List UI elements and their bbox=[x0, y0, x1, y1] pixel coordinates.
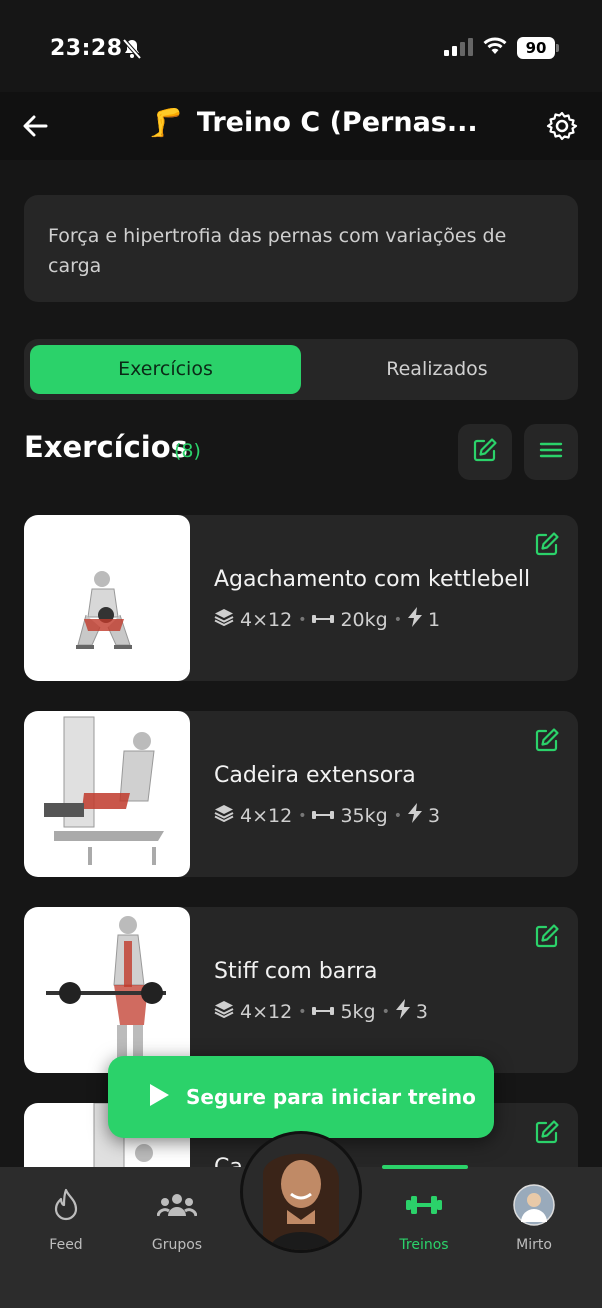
separator-dot: • bbox=[298, 807, 307, 824]
exercise-meta: 4×12 • 35kg • 3 bbox=[214, 803, 440, 828]
exercise-count: (8) bbox=[174, 440, 201, 462]
page-title: Treino C (Pernas... bbox=[196, 107, 478, 138]
nav-item-profile[interactable]: Mirto bbox=[484, 1184, 584, 1253]
top-app-bar: 🦵 Treino C (Pernas... bbox=[0, 92, 602, 160]
status-bar: 23:28 90 bbox=[0, 0, 602, 92]
separator-dot: • bbox=[298, 611, 307, 628]
separator-dot: • bbox=[393, 611, 402, 628]
start-workout-label: Segure para iniciar treino bbox=[186, 1085, 476, 1109]
workout-description: Força e hipertrofia das pernas com varia… bbox=[24, 195, 578, 302]
back-arrow-icon[interactable] bbox=[18, 108, 54, 144]
exercise-name: Stiff com barra bbox=[214, 959, 378, 984]
bell-muted-icon bbox=[122, 38, 142, 64]
group-icon bbox=[127, 1185, 227, 1225]
nav-item-grupos[interactable]: Grupos bbox=[127, 1185, 227, 1253]
nav-label: Mirto bbox=[516, 1237, 552, 1253]
nav-item-treinos[interactable]: Treinos bbox=[374, 1185, 474, 1253]
edit-icon bbox=[472, 437, 498, 467]
edit-list-button[interactable] bbox=[458, 424, 512, 480]
exercise-thumbnail bbox=[24, 907, 190, 1073]
exercise-name: Cadeira extensora bbox=[214, 763, 416, 788]
exercise-meta: 4×12 • 20kg • 1 bbox=[214, 607, 440, 632]
exercise-thumbnail bbox=[24, 515, 190, 681]
weight-value: 20kg bbox=[340, 608, 388, 631]
weight-icon bbox=[312, 1001, 335, 1023]
intensity-value: 3 bbox=[415, 1000, 428, 1023]
signal-icon bbox=[444, 38, 474, 60]
edit-icon[interactable] bbox=[534, 1119, 560, 1149]
play-icon bbox=[148, 1083, 170, 1111]
flame-icon bbox=[16, 1185, 116, 1225]
weight-value: 5kg bbox=[340, 1000, 376, 1023]
reorder-button[interactable] bbox=[524, 424, 578, 480]
edit-icon[interactable] bbox=[534, 727, 560, 757]
gear-icon[interactable] bbox=[546, 110, 578, 146]
edit-icon[interactable] bbox=[534, 923, 560, 953]
avatar bbox=[484, 1184, 584, 1226]
layers-icon bbox=[214, 608, 234, 631]
wifi-icon bbox=[482, 36, 508, 60]
intensity-value: 3 bbox=[427, 804, 441, 827]
nav-item-feed[interactable]: Feed bbox=[16, 1185, 116, 1253]
nav-label: Treinos bbox=[399, 1237, 449, 1253]
coach-avatar[interactable] bbox=[240, 1131, 362, 1253]
layers-icon bbox=[214, 1000, 234, 1023]
nav-label: Grupos bbox=[151, 1237, 203, 1253]
tab-bar: Exercícios Realizados bbox=[24, 339, 578, 400]
bolt-icon bbox=[407, 803, 422, 828]
section-title: Exercícios bbox=[24, 430, 188, 464]
weight-icon bbox=[312, 609, 335, 631]
exercise-meta: 4×12 • 5kg • 3 bbox=[214, 999, 428, 1024]
start-workout-button[interactable]: Segure para iniciar treino bbox=[108, 1056, 494, 1138]
separator-dot: • bbox=[381, 1003, 390, 1020]
layers-icon bbox=[214, 804, 234, 827]
weight-icon bbox=[312, 805, 335, 827]
battery-tip bbox=[556, 44, 559, 52]
bolt-icon bbox=[395, 999, 410, 1024]
bolt-icon bbox=[407, 607, 422, 632]
tab-exercicios[interactable]: Exercícios bbox=[30, 345, 301, 394]
separator-dot: • bbox=[393, 807, 402, 824]
tab-realizados[interactable]: Realizados bbox=[302, 345, 572, 394]
exercise-card[interactable]: Agachamento com kettlebell 4×12 • 20kg •… bbox=[24, 515, 578, 681]
exercise-card[interactable]: Stiff com barra 4×12 • 5kg • 3 bbox=[24, 907, 578, 1073]
nav-label: Feed bbox=[49, 1237, 83, 1253]
battery-level: 90 bbox=[517, 37, 555, 59]
exercise-card[interactable]: Cadeira extensora 4×12 • 35kg • 3 bbox=[24, 711, 578, 877]
sets-reps: 4×12 bbox=[240, 1000, 293, 1023]
dumbbell-icon bbox=[374, 1185, 474, 1225]
leg-emoji-icon: 🦵 bbox=[148, 106, 183, 139]
active-tab-indicator bbox=[382, 1165, 468, 1169]
sets-reps: 4×12 bbox=[240, 608, 293, 631]
weight-value: 35kg bbox=[340, 804, 388, 827]
menu-lines-icon bbox=[539, 440, 563, 464]
exercise-name: Agachamento com kettlebell bbox=[214, 567, 531, 592]
exercise-thumbnail bbox=[24, 711, 190, 877]
intensity-value: 1 bbox=[427, 608, 441, 631]
status-time: 23:28 bbox=[50, 36, 123, 61]
page-title-group: 🦵 Treino C (Pernas... bbox=[148, 106, 478, 139]
sets-reps: 4×12 bbox=[240, 804, 293, 827]
separator-dot: • bbox=[298, 1003, 307, 1020]
edit-icon[interactable] bbox=[534, 531, 560, 561]
